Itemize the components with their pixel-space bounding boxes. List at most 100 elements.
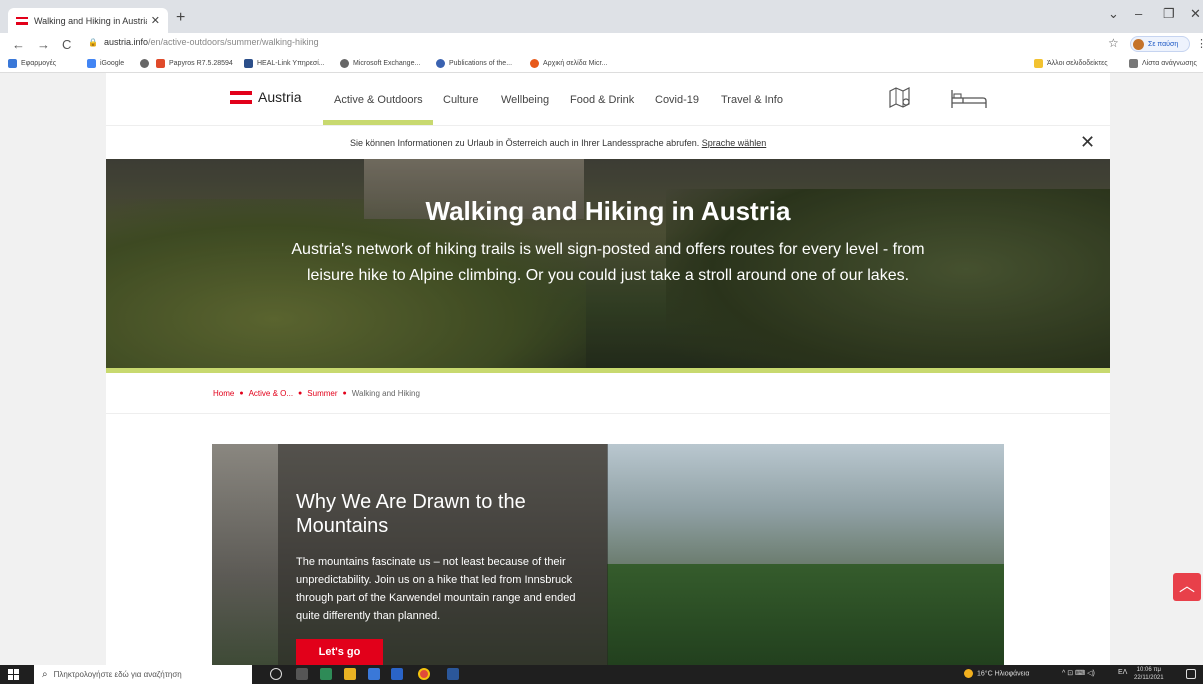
papyros-icon <box>156 59 165 68</box>
active-nav-indicator <box>323 120 433 125</box>
hero-text: Austria's network of hiking trails is we… <box>291 241 925 284</box>
window-close-icon[interactable]: ✕ <box>1190 6 1201 22</box>
austria-flag-icon <box>230 90 252 104</box>
file-explorer-icon[interactable] <box>344 668 356 680</box>
bookmarks-bar: Εφαρμογές iGoogle Papyros R7.5.28594 HEA… <box>0 55 1203 73</box>
reload-icon[interactable]: C <box>62 37 71 52</box>
globe-icon <box>340 59 349 68</box>
reading-list[interactable]: Λίστα ανάγνωσης <box>1129 59 1197 68</box>
page-title: Walking and Hiking in Austria <box>425 196 791 226</box>
hero-accent-strip <box>106 368 1110 373</box>
language-notice-text: Sie können Informationen zu Urlaub in Ös… <box>350 138 700 148</box>
nav-food-drink[interactable]: Food & Drink <box>570 94 634 106</box>
breadcrumb-summer[interactable]: Summer <box>307 389 337 398</box>
feature-text: The mountains fascinate us – not least b… <box>296 556 576 622</box>
clock[interactable]: 10:06 πμ 22/11/2021 <box>1134 666 1164 682</box>
bookmark-papyros[interactable]: Papyros R7.5.28594 <box>156 59 233 68</box>
bookmark-globe[interactable] <box>140 59 153 68</box>
url-path: /en/active-outdoors/summer/walking-hikin… <box>148 37 319 47</box>
profile-label: Σε παύση <box>1148 40 1179 48</box>
nav-wellbeing[interactable]: Wellbeing <box>501 94 549 106</box>
address-bar: ← → C 🔒 austria.info /en/active-outdoors… <box>0 33 1203 55</box>
cortana-icon[interactable] <box>270 668 282 680</box>
publications-icon <box>436 59 445 68</box>
taskbar-search-placeholder: Πληκτρολογήστε εδώ για αναζήτηση <box>53 670 182 679</box>
apps-grid-icon <box>8 59 17 68</box>
breadcrumb: Home ● Active & O... ● Summer ● Walking … <box>213 389 420 398</box>
menu-icon[interactable]: ⋮ <box>1196 37 1203 50</box>
hero-banner: Walking and Hiking in Austria Austria's … <box>106 159 1110 368</box>
chrome-icon[interactable] <box>418 668 430 680</box>
feature-card: Why We Are Drawn to the Mountains The mo… <box>212 444 1004 665</box>
excel-icon[interactable] <box>320 668 332 680</box>
close-notice-icon[interactable]: ✕ <box>1080 132 1095 153</box>
office-icon <box>530 59 539 68</box>
tab-search-icon[interactable]: ⌄ <box>1108 6 1119 22</box>
logo-text: Austria <box>258 89 302 105</box>
nav-covid-19[interactable]: Covid-19 <box>655 94 699 106</box>
divider <box>106 413 1110 414</box>
profile-button[interactable]: Σε παύση <box>1130 36 1190 52</box>
back-icon[interactable]: ← <box>12 37 25 52</box>
maximize-icon[interactable]: ❐ <box>1163 6 1175 22</box>
scroll-to-top-button[interactable]: ︿ <box>1173 573 1201 601</box>
outlook-icon[interactable] <box>391 668 403 680</box>
tab-title: Walking and Hiking in Austria - <box>34 15 147 26</box>
bookmark-exchange[interactable]: Microsoft Exchange... <box>340 59 420 68</box>
breadcrumb-separator: ● <box>342 390 347 397</box>
nav-culture[interactable]: Culture <box>443 94 478 106</box>
choose-language-link[interactable]: Sprache wählen <box>702 138 767 148</box>
feature-title: Why We Are Drawn to the Mountains <box>296 491 526 537</box>
austria-logo[interactable]: Austria <box>230 89 302 105</box>
input-language[interactable]: ΕΛ <box>1118 669 1127 676</box>
windows-start-icon[interactable] <box>8 669 19 680</box>
breadcrumb-separator: ● <box>239 390 244 397</box>
windows-taskbar: ⌕ Πληκτρολογήστε εδώ για αναζήτηση 16°C … <box>0 665 1203 684</box>
bookmark-apps[interactable]: Εφαρμογές <box>8 59 56 68</box>
tab-close-icon[interactable]: ✕ <box>151 14 160 27</box>
search-icon: ⌕ <box>42 669 48 680</box>
breadcrumb-home[interactable]: Home <box>213 389 234 398</box>
bookmark-star-icon[interactable]: ☆ <box>1108 36 1119 50</box>
word-icon[interactable] <box>447 668 459 680</box>
browser-tab[interactable]: Walking and Hiking in Austria - ✕ <box>8 8 168 33</box>
web-page: Austria Active & Outdoors Culture Wellbe… <box>106 73 1110 665</box>
forward-icon[interactable]: → <box>37 37 50 52</box>
google-icon <box>87 59 96 68</box>
reading-list-icon <box>1129 59 1138 68</box>
map-icon[interactable] <box>887 85 913 111</box>
bookmark-publications[interactable]: Publications of the... <box>436 59 512 68</box>
globe-icon <box>140 59 149 68</box>
breadcrumb-active-outdoors[interactable]: Active & O... <box>249 389 293 398</box>
app-icon[interactable] <box>368 668 380 680</box>
avatar <box>1133 38 1144 50</box>
bookmark-igoogle[interactable]: iGoogle <box>87 59 124 68</box>
lets-go-button[interactable]: Let's go <box>296 639 383 665</box>
browser-tab-bar: Walking and Hiking in Austria - ✕ + ⌄ – … <box>0 0 1203 33</box>
austria-flag-icon <box>16 16 28 25</box>
chevron-up-icon: ︿ <box>1178 578 1195 595</box>
minimize-icon[interactable]: – <box>1135 6 1142 21</box>
url-host: austria.info <box>103 37 148 47</box>
bookmark-microsoft[interactable]: Αρχική σελίδα Micr... <box>530 59 607 68</box>
clock-time: 10:06 πμ <box>1136 667 1161 673</box>
nav-travel-info[interactable]: Travel & Info <box>721 94 783 106</box>
notification-icon[interactable] <box>1186 669 1196 679</box>
nav-active-outdoors[interactable]: Active & Outdoors <box>334 94 423 106</box>
new-tab-button[interactable]: + <box>176 9 185 27</box>
site-header: Austria Active & Outdoors Culture Wellbe… <box>106 73 1110 126</box>
folder-icon <box>1034 59 1043 68</box>
task-view-icon[interactable] <box>296 668 308 680</box>
breadcrumb-separator: ● <box>298 390 303 397</box>
bed-icon[interactable] <box>949 87 989 111</box>
lock-icon: 🔒 <box>88 37 98 47</box>
clock-date: 22/11/2021 <box>1134 675 1164 681</box>
bookmark-heal-link[interactable]: HEAL-Link Υπηρεσί... <box>244 59 325 68</box>
bookmark-other[interactable]: Άλλοι σελιδοδείκτες <box>1034 59 1108 68</box>
url-field[interactable]: 🔒 austria.info /en/active-outdoors/summe… <box>88 37 319 47</box>
language-notice: Sie können Informationen zu Urlaub in Ös… <box>106 126 1110 159</box>
weather-widget[interactable]: 16°C Ηλιοφάνεια <box>964 669 1029 678</box>
sun-icon <box>964 669 973 678</box>
system-tray-icons[interactable]: ^ ⊡ ⌨ ◁) <box>1062 669 1095 677</box>
taskbar-search-input[interactable]: ⌕ Πληκτρολογήστε εδώ για αναζήτηση <box>34 665 252 684</box>
